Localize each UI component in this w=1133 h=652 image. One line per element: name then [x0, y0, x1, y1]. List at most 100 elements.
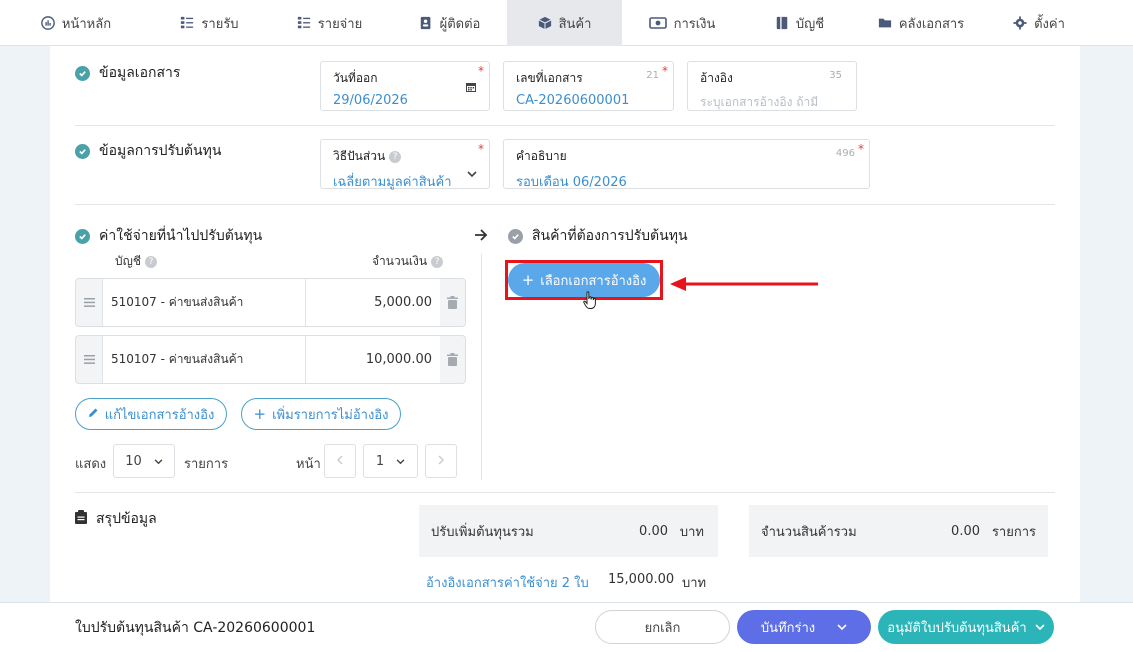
chevron-down-icon[interactable]	[1035, 620, 1045, 635]
field-label: คำอธิบาย	[516, 149, 567, 163]
cancel-button[interactable]: ยกเลิก	[595, 610, 730, 644]
doc-info-title: ข้อมูลเอกสาร	[75, 62, 180, 84]
nav-item-expense[interactable]: รายจ่าย	[267, 0, 392, 46]
show-label: แสดง	[75, 457, 107, 472]
expense-row: 510107 - ค่าขนส่งสินค้า 5,000.00	[75, 278, 466, 327]
nav-item-settings[interactable]: ตั้งค่า	[985, 0, 1093, 46]
expenses-title: ค่าใช้จ่ายที่นำไปปรับต้นทุน	[75, 225, 262, 247]
description-field[interactable]: คำอธิบาย รอบเดือน 06/2026 496 *	[503, 139, 870, 190]
summary-value: 0.00	[639, 523, 668, 539]
divider	[75, 204, 1055, 205]
nav-item-documents[interactable]: คลังเอกสาร	[857, 0, 985, 46]
expense-account[interactable]: 510107 - ค่าขนส่งสินค้า	[102, 279, 305, 326]
button-label: บันทึกร่าง	[760, 620, 816, 636]
char-counter: 35	[829, 70, 842, 81]
calendar-icon[interactable]	[465, 81, 477, 97]
expense-account[interactable]: 510107 - ค่าขนส่งสินค้า	[102, 336, 305, 383]
col-label: จำนวนเงิน	[372, 254, 428, 268]
main-content: ข้อมูลเอกสาร วันที่ออก 29/06/2026 * เลขท…	[50, 46, 1080, 602]
check-circle-icon	[508, 228, 523, 244]
page-value: 1	[375, 453, 385, 469]
trash-icon[interactable]	[440, 279, 465, 326]
chevron-down-icon	[154, 454, 163, 469]
divider	[75, 492, 1055, 493]
doc-number-field[interactable]: เลขที่เอกสาร CA-20260600001 21 *	[503, 61, 674, 111]
button-label: เพิ่มรายการไม่อ้างอิง	[272, 407, 389, 423]
field-value: CA-20260600001	[516, 93, 630, 108]
page-select[interactable]: 1	[363, 444, 418, 478]
nav-item-home[interactable]: หน้าหลัก	[0, 0, 152, 46]
help-icon[interactable]: ?	[389, 150, 402, 163]
pencil-icon	[88, 407, 99, 422]
help-icon[interactable]: ?	[431, 255, 444, 268]
nav-label: ผู้ติดต่อ	[439, 16, 481, 32]
gear-icon	[1013, 16, 1027, 30]
reference-docs-value: 15,000.00	[608, 572, 675, 587]
drag-handle-icon[interactable]	[76, 279, 102, 326]
total-products-box: จำนวนสินค้ารวม 0.00 รายการ	[749, 505, 1048, 557]
nav-label: คลังเอกสาร	[898, 16, 965, 32]
summary-label: จำนวนสินค้ารวม	[761, 524, 857, 540]
check-circle-icon	[75, 143, 90, 159]
expense-icon	[297, 16, 311, 30]
top-nav: หน้าหลัก รายรับ รายจ่าย ผู้ติดต่อ สินค้า…	[0, 0, 1133, 46]
reference-docs-unit: บาท	[682, 576, 707, 591]
approve-button[interactable]: อนุมัติใบปรับต้นทุนสินค้า	[878, 610, 1054, 644]
col-amount-header: จำนวนเงิน?	[372, 252, 444, 271]
trash-icon[interactable]	[440, 336, 465, 383]
dashboard-icon	[41, 16, 55, 30]
button-label: อนุมัติใบปรับต้นทุนสินค้า	[887, 620, 1027, 636]
nav-label: รายจ่าย	[317, 16, 363, 32]
nav-label: บัญชี	[795, 16, 825, 32]
next-page-button[interactable]	[425, 444, 457, 478]
total-increase-box: ปรับเพิ่มต้นทุนรวม 0.00 บาท	[419, 505, 718, 557]
save-draft-button[interactable]: บันทึกร่าง	[737, 610, 871, 644]
clipboard-icon	[75, 510, 87, 528]
plus-icon: +	[253, 405, 267, 423]
field-label: วิธีปันส่วน	[333, 149, 386, 163]
section-heading: ข้อมูลการปรับต้นทุน	[99, 143, 222, 159]
nav-item-contacts[interactable]: ผู้ติดต่อ	[392, 0, 507, 46]
section-heading: สรุปข้อมูล	[96, 511, 157, 527]
drag-handle-icon[interactable]	[76, 336, 102, 383]
check-circle-icon	[75, 65, 90, 81]
required-mark: *	[662, 64, 668, 78]
chevron-down-icon[interactable]	[837, 620, 847, 635]
income-icon	[180, 16, 194, 30]
divider	[75, 125, 1055, 126]
col-label: บัญชี	[115, 254, 141, 268]
bottom-action-bar: ใบปรับต้นทุนสินค้า CA-20260600001 ยกเลิก…	[0, 602, 1133, 652]
chevron-right-icon	[438, 454, 444, 469]
button-label: ยกเลิก	[644, 620, 681, 636]
issue-date-field[interactable]: วันที่ออก 29/06/2026 *	[320, 61, 490, 111]
nav-item-accounting[interactable]: บัญชี	[742, 0, 857, 46]
summary-unit: รายการ	[991, 524, 1036, 540]
cost-adjust-title: ข้อมูลการปรับต้นทุน	[75, 140, 221, 162]
page-size-select[interactable]: 10	[113, 444, 175, 478]
expense-amount[interactable]: 5,000.00	[305, 279, 440, 326]
annotation-arrow	[670, 277, 818, 291]
left-gutter	[0, 46, 50, 606]
required-mark: *	[478, 64, 484, 78]
expense-amount[interactable]: 10,000.00	[305, 336, 440, 383]
field-value: 29/06/2026	[333, 93, 408, 108]
nav-item-products[interactable]: สินค้า	[507, 0, 622, 46]
add-item-button[interactable]: + เพิ่มรายการไม่อ้างอิง	[241, 398, 401, 430]
section-heading: ข้อมูลเอกสาร	[99, 65, 181, 81]
field-label: วันที่ออก	[333, 71, 378, 85]
section-heading: ค่าใช้จ่ายที่นำไปปรับต้นทุน	[99, 228, 263, 244]
edit-reference-button[interactable]: แก้ไขเอกสารอ้างอิง	[75, 398, 227, 430]
nav-label: สินค้า	[558, 16, 592, 32]
page-label: หน้า	[296, 457, 321, 472]
nav-item-finance[interactable]: การเงิน	[622, 0, 742, 46]
prev-page-button[interactable]	[324, 444, 356, 478]
reference-field[interactable]: อ้างอิง ระบุเอกสารอ้างอิง ถ้ามี 35	[687, 61, 857, 111]
reference-docs-link[interactable]: อ้างอิงเอกสารค่าใช้จ่าย 2 ใบ	[426, 572, 589, 593]
help-icon[interactable]: ?	[145, 255, 157, 268]
allocation-method-select[interactable]: วิธีปันส่วน? เฉลี่ยตามมูลค่าสินค้า *	[320, 139, 490, 190]
product-box-icon	[538, 16, 552, 30]
chevron-down-icon	[396, 454, 405, 469]
nav-label: การเงิน	[673, 16, 716, 32]
nav-item-income[interactable]: รายรับ	[152, 0, 267, 46]
summary-title: สรุปข้อมูล	[75, 508, 157, 530]
